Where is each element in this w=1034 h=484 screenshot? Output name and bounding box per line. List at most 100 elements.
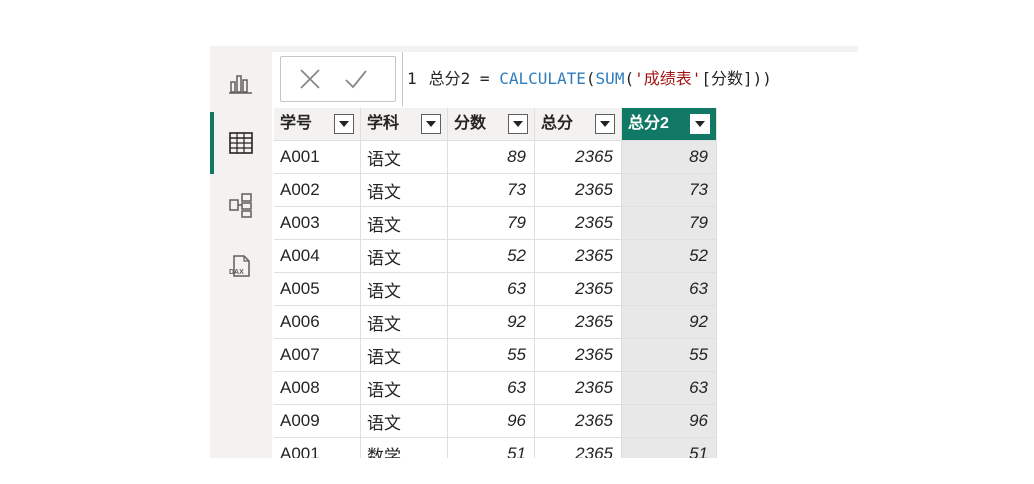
table-cell[interactable]: 73 <box>621 173 717 207</box>
table-cell[interactable]: 52 <box>621 239 717 273</box>
bar-chart-icon <box>229 75 252 94</box>
table-row: A001 语文 89 2365 89 <box>274 140 717 174</box>
formula-line-number: 1 <box>407 69 417 88</box>
table-cell[interactable]: 96 <box>447 404 535 438</box>
header-row: 学号 学科 分数 总分 总分2 <box>274 108 717 141</box>
table-row: A009 语文 96 2365 96 <box>274 404 717 438</box>
table-cell[interactable]: 语文 <box>360 173 448 207</box>
filter-dropdown-icon[interactable] <box>690 114 710 134</box>
table-cell[interactable]: 63 <box>447 272 535 306</box>
table-cell[interactable]: 89 <box>447 140 535 174</box>
table-cell[interactable]: 语文 <box>360 338 448 372</box>
table-cell[interactable]: 79 <box>621 206 717 240</box>
formula-open-paren-2: ( <box>624 69 635 88</box>
formula-func-sum: SUM <box>595 69 625 88</box>
formula-column-ref: [分数] <box>701 69 753 88</box>
power-bi-app: DAX 1 总分2 = CALCULATE(SUM('成绩表'[分数])) 学号… <box>210 46 858 458</box>
table-cell[interactable]: 55 <box>447 338 535 372</box>
table-cell[interactable]: 51 <box>621 437 717 458</box>
table-row: A007 语文 55 2365 55 <box>274 338 717 372</box>
column-header-label: 学科 <box>367 115 400 132</box>
filter-dropdown-icon[interactable] <box>334 114 354 134</box>
table-cell[interactable]: 语文 <box>360 272 448 306</box>
table-cell[interactable]: 2365 <box>534 371 622 405</box>
filter-dropdown-icon[interactable] <box>595 114 615 134</box>
table-cell[interactable]: 2365 <box>534 437 622 458</box>
table-cell[interactable]: 2365 <box>534 305 622 339</box>
table-cell[interactable]: 2365 <box>534 239 622 273</box>
table-cell[interactable]: 2365 <box>534 404 622 438</box>
table-cell[interactable]: 2365 <box>534 272 622 306</box>
formula-equals: = <box>479 69 490 88</box>
table-row: A002 语文 73 2365 73 <box>274 173 717 207</box>
table-cell[interactable]: A009 <box>274 404 361 438</box>
table-cell[interactable]: A003 <box>274 206 361 240</box>
dax-badge-text: DAX <box>229 269 244 276</box>
table-row: A004 语文 52 2365 52 <box>274 239 717 273</box>
table-cell[interactable]: 语文 <box>360 371 448 405</box>
table-row: A005 语文 63 2365 63 <box>274 272 717 306</box>
formula-bar-buttons <box>280 56 396 102</box>
table-row: A008 语文 63 2365 63 <box>274 371 717 405</box>
model-view-button[interactable] <box>210 174 272 236</box>
report-view-button[interactable] <box>210 52 272 114</box>
column-header-xuehao[interactable]: 学号 <box>274 108 361 141</box>
table-cell[interactable]: 89 <box>621 140 717 174</box>
filter-dropdown-icon[interactable] <box>421 114 441 134</box>
table-cell[interactable]: 语文 <box>360 305 448 339</box>
table-cell[interactable]: A008 <box>274 371 361 405</box>
commit-check-icon[interactable] <box>345 68 367 90</box>
table-cell[interactable]: 63 <box>621 371 717 405</box>
column-header-label: 分数 <box>454 115 487 132</box>
formula-func-calculate: CALCULATE <box>499 69 586 88</box>
formula-close-parens: )) <box>752 69 772 88</box>
table-cell[interactable]: 96 <box>621 404 717 438</box>
formula-measure-name: 总分2 <box>428 69 471 88</box>
table-cell[interactable]: 语文 <box>360 404 448 438</box>
table-cell[interactable]: 63 <box>447 371 535 405</box>
table-cell[interactable]: A002 <box>274 173 361 207</box>
table-cell[interactable]: A001 <box>274 437 361 458</box>
table-cell[interactable]: 语文 <box>360 239 448 273</box>
table-view-button[interactable] <box>210 112 272 174</box>
view-sidebar: DAX <box>210 46 272 458</box>
column-header-fenshu[interactable]: 分数 <box>447 108 535 141</box>
table-cell[interactable]: A006 <box>274 305 361 339</box>
table-cell[interactable]: 63 <box>621 272 717 306</box>
column-header-zongfen[interactable]: 总分 <box>534 108 622 141</box>
table-cell[interactable]: A001 <box>274 140 361 174</box>
column-header-xueke[interactable]: 学科 <box>360 108 448 141</box>
column-header-label: 学号 <box>280 115 313 132</box>
data-table: 学号 学科 分数 总分 总分2 A001 语文 89 2365 89 A002 … <box>274 108 717 458</box>
column-header-zongfen2[interactable]: 总分2 <box>621 108 717 141</box>
table-cell[interactable]: 92 <box>447 305 535 339</box>
table-cell[interactable]: 73 <box>447 173 535 207</box>
table-icon <box>229 132 253 154</box>
table-cell[interactable]: 92 <box>621 305 717 339</box>
table-cell[interactable]: 2365 <box>534 206 622 240</box>
table-cell[interactable]: 数学 <box>360 437 448 458</box>
table-cell[interactable]: A007 <box>274 338 361 372</box>
table-cell[interactable]: 52 <box>447 239 535 273</box>
filter-dropdown-icon[interactable] <box>508 114 528 134</box>
table-cell[interactable]: 语文 <box>360 140 448 174</box>
table-cell[interactable]: A005 <box>274 272 361 306</box>
table-cell[interactable]: 51 <box>447 437 535 458</box>
table-row: A003 语文 79 2365 79 <box>274 206 717 240</box>
table-row: A001 数学 51 2365 51 <box>274 437 717 458</box>
dax-icon: DAX <box>229 255 250 277</box>
cancel-icon[interactable] <box>299 68 321 90</box>
table-body: A001 语文 89 2365 89 A002 语文 73 2365 73 A003 语文 79 2365… <box>274 140 717 458</box>
table-row: A006 语文 92 2365 92 <box>274 305 717 339</box>
formula-editor[interactable]: 1 总分2 = CALCULATE(SUM('成绩表'[分数])) <box>402 52 858 106</box>
table-cell[interactable]: 2365 <box>534 140 622 174</box>
formula-bar: 1 总分2 = CALCULATE(SUM('成绩表'[分数])) <box>272 52 858 107</box>
table-cell[interactable]: 语文 <box>360 206 448 240</box>
table-cell[interactable]: 2365 <box>534 338 622 372</box>
table-cell[interactable]: 79 <box>447 206 535 240</box>
table-cell[interactable]: A004 <box>274 239 361 273</box>
column-header-label: 总分2 <box>628 115 669 132</box>
dax-query-view-button[interactable]: DAX <box>210 236 272 298</box>
table-cell[interactable]: 55 <box>621 338 717 372</box>
table-cell[interactable]: 2365 <box>534 173 622 207</box>
